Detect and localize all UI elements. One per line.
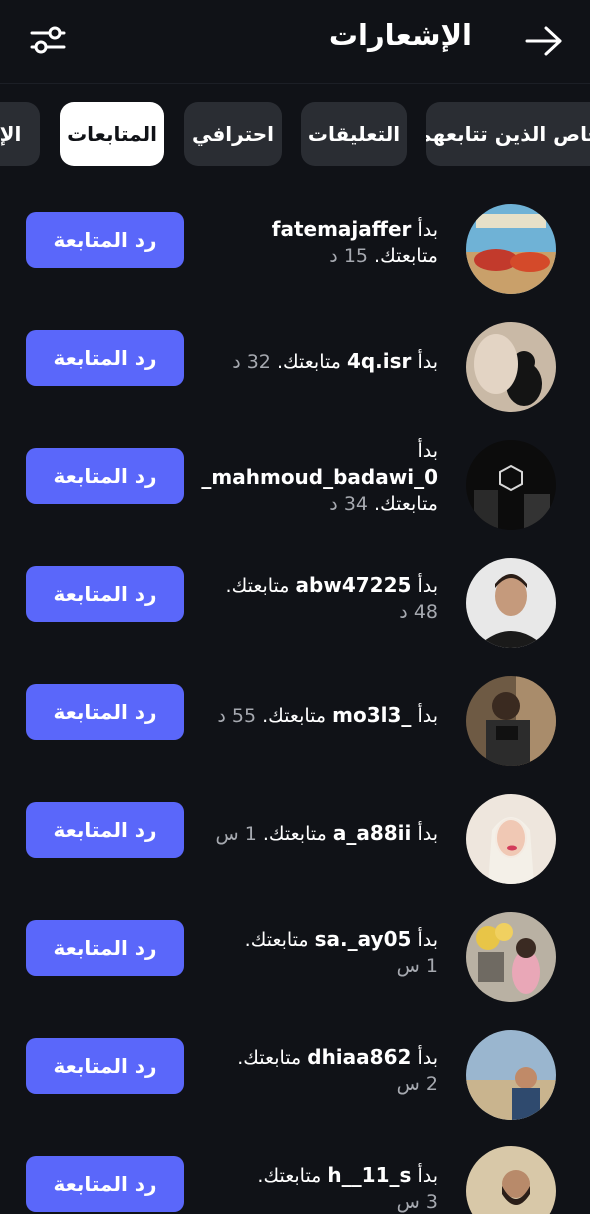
- avatar[interactable]: [466, 1030, 556, 1120]
- notification-text: بدأ h__11_s متابعتك. 3 س: [198, 1162, 438, 1214]
- username-link[interactable]: a_a88ii: [333, 821, 412, 845]
- notification-suffix: متابعتك.: [244, 929, 309, 951]
- tab-label: المتابعات: [67, 122, 157, 146]
- username-link[interactable]: sa._ay05: [315, 927, 412, 951]
- notification-suffix: متابعتك.: [262, 823, 327, 845]
- notification-time: 2 س: [396, 1073, 438, 1095]
- notification-time: 1 س: [396, 955, 438, 977]
- list-item[interactable]: بدأ sa._ay05 متابعتك. 1 س رد المتابعة: [0, 908, 590, 1026]
- tab-label: التعليقات: [307, 122, 401, 146]
- notification-text: بدأ sa._ay05 متابعتك. 1 س: [198, 926, 438, 979]
- notification-text: بدأ 4q.isr متابعتك. 32 د: [198, 348, 438, 375]
- sliders-icon: [30, 26, 66, 54]
- notification-text: بدأ dhiaa862 متابعتك. 2 س: [198, 1044, 438, 1097]
- notification-text: بدأ mahmoud_badawi_0_ متابعتك. 34 د: [198, 438, 438, 517]
- follow-back-button[interactable]: رد المتابعة: [26, 448, 184, 504]
- notification-time: 34 د: [329, 493, 368, 515]
- username-link[interactable]: dhiaa862: [307, 1045, 411, 1069]
- follow-back-button[interactable]: رد المتابعة: [26, 684, 184, 740]
- notification-text: بدأ _mo3l3 متابعتك. 55 د: [198, 702, 438, 729]
- notification-suffix: متابعتك.: [237, 1047, 302, 1069]
- list-item[interactable]: بدأ a_a88ii متابعتك. 1 س رد المتابعة: [0, 790, 590, 908]
- list-item[interactable]: بدأ 4q.isr متابعتك. 32 د رد المتابعة: [0, 318, 590, 436]
- filter-button[interactable]: [28, 22, 68, 58]
- notification-suffix: متابعتك.: [257, 1165, 322, 1187]
- notification-time: 55 د: [217, 705, 257, 727]
- follow-back-button[interactable]: رد المتابعة: [26, 920, 184, 976]
- list-item[interactable]: بدأ _mo3l3 متابعتك. 55 د رد المتابعة: [0, 672, 590, 790]
- notification-text: بدأ a_a88ii متابعتك. 1 س: [198, 820, 438, 847]
- notification-prefix: بدأ: [417, 705, 438, 727]
- notification-time: 3 س: [396, 1191, 438, 1213]
- avatar[interactable]: [466, 440, 556, 530]
- notification-prefix: بدأ: [417, 1047, 438, 1069]
- username-link[interactable]: fatemajaffer: [272, 217, 412, 241]
- tab-label: خاص الذين تتابعهم: [426, 122, 590, 146]
- notification-text: بدأ abw47225 متابعتك. 48 د: [198, 572, 438, 625]
- follow-back-button[interactable]: رد المتابعة: [26, 1038, 184, 1094]
- follow-back-button[interactable]: رد المتابعة: [26, 566, 184, 622]
- follow-back-button[interactable]: رد المتابعة: [26, 330, 184, 386]
- username-link[interactable]: mahmoud_badawi_0_: [201, 465, 438, 489]
- list-item[interactable]: بدأ mahmoud_badawi_0_ متابعتك. 34 د رد ا…: [0, 436, 590, 554]
- notification-suffix: متابعتك.: [276, 351, 341, 373]
- follow-back-button[interactable]: رد المتابعة: [26, 802, 184, 858]
- notification-prefix: بدأ: [417, 219, 438, 241]
- page-title: الإشعارات: [328, 18, 472, 52]
- tab-professional[interactable]: احترافي: [184, 102, 282, 166]
- header: الإشعارات: [0, 0, 590, 84]
- tab-comments[interactable]: التعليقات: [301, 102, 407, 166]
- notification-prefix: بدأ: [417, 351, 438, 373]
- notification-suffix: متابعتك.: [225, 575, 290, 597]
- list-item[interactable]: بدأ abw47225 متابعتك. 48 د رد المتابعة: [0, 554, 590, 672]
- username-link[interactable]: abw47225: [296, 573, 412, 597]
- arrow-right-icon: [525, 26, 562, 56]
- notification-prefix: بدأ: [417, 440, 438, 462]
- back-button[interactable]: [524, 24, 564, 58]
- avatar[interactable]: [466, 676, 556, 766]
- notification-text: بدأ fatemajaffer متابعتك. 15 د: [198, 216, 438, 269]
- notification-time: 15 د: [329, 245, 368, 267]
- tabs-bar: خاص الذين تتابعهم التعليقات احترافي المت…: [0, 102, 590, 168]
- notification-time: 48 د: [399, 601, 438, 623]
- tab-label: الإش: [0, 122, 22, 146]
- follow-back-button[interactable]: رد المتابعة: [26, 1156, 184, 1212]
- avatar[interactable]: [466, 204, 556, 294]
- avatar[interactable]: [466, 1146, 556, 1214]
- tab-follows[interactable]: المتابعات: [60, 102, 164, 166]
- avatar[interactable]: [466, 794, 556, 884]
- notification-suffix: متابعتك.: [374, 493, 438, 515]
- username-link[interactable]: h__11_s: [327, 1163, 411, 1187]
- list-item[interactable]: بدأ fatemajaffer متابعتك. 15 د رد المتاب…: [0, 200, 590, 318]
- username-link[interactable]: 4q.isr: [347, 349, 411, 373]
- follow-back-button[interactable]: رد المتابعة: [26, 212, 184, 268]
- list-item[interactable]: بدأ dhiaa862 متابعتك. 2 س رد المتابعة: [0, 1026, 590, 1144]
- username-link[interactable]: _mo3l3: [332, 703, 411, 727]
- notification-prefix: بدأ: [417, 575, 438, 597]
- notification-time: 1 س: [215, 823, 257, 845]
- notification-prefix: بدأ: [417, 823, 438, 845]
- avatar[interactable]: [466, 322, 556, 412]
- tab-label: احترافي: [191, 122, 275, 146]
- list-item[interactable]: بدأ h__11_s متابعتك. 3 س رد المتابعة: [0, 1144, 590, 1214]
- tab-mentions[interactable]: الإش: [0, 102, 40, 166]
- avatar[interactable]: [466, 558, 556, 648]
- notification-time: 32 د: [232, 351, 271, 373]
- notification-prefix: بدأ: [417, 929, 438, 951]
- notification-suffix: متابعتك.: [374, 245, 438, 267]
- avatar[interactable]: [466, 912, 556, 1002]
- notification-suffix: متابعتك.: [262, 705, 327, 727]
- notification-prefix: بدأ: [417, 1165, 438, 1187]
- tab-following-people[interactable]: خاص الذين تتابعهم: [426, 102, 590, 166]
